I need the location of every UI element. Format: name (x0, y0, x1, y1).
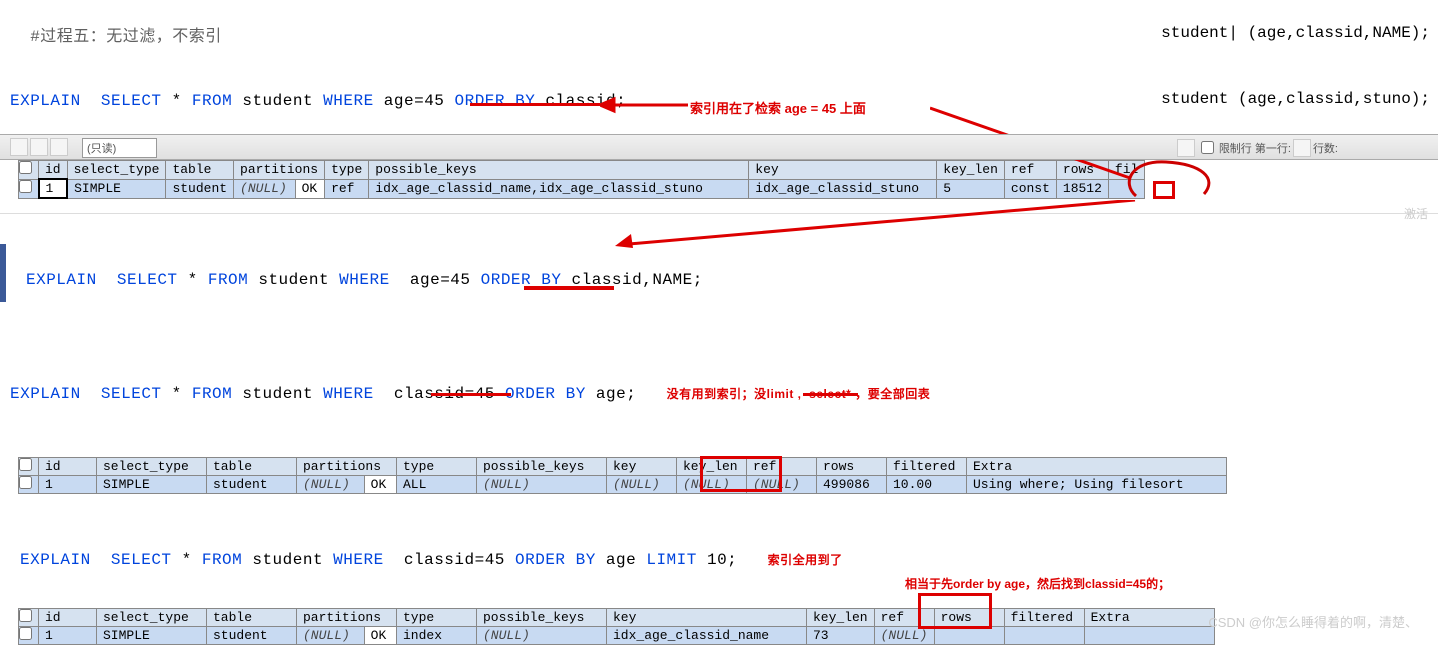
sql-line-3: EXPLAIN SELECT * FROM student WHERE clas… (0, 363, 1438, 407)
toolbar-icon[interactable] (30, 138, 48, 156)
checkbox-header[interactable] (19, 458, 39, 476)
toolbar-right-icons: 限制行 第一行: 行数: (1177, 138, 1338, 157)
col-table: table (166, 161, 234, 180)
col-possible-keys: possible_keys (477, 458, 607, 476)
col-rows: rows (934, 609, 1004, 627)
result-toolbar: (只读) 限制行 第一行: 行数: (0, 134, 1438, 160)
red-underline-1 (470, 103, 600, 106)
arrow-1 (600, 95, 688, 115)
arrow-2 (615, 200, 1145, 260)
limit-checkbox[interactable] (1201, 141, 1214, 154)
col-id: id (39, 609, 97, 627)
result-table-2: id select_type table partitions type pos… (18, 457, 1227, 494)
toolbar-left-icons (10, 138, 68, 156)
col-partitions: partitions (297, 458, 397, 476)
activate-watermark: 激活 (1404, 205, 1428, 222)
spin-icon[interactable] (1293, 139, 1311, 157)
highlight-box-keylen-5 (1153, 181, 1175, 199)
readonly-dropdown[interactable]: (只读) (82, 138, 157, 158)
checkbox-header[interactable] (19, 161, 39, 180)
col-key: key (607, 609, 807, 627)
red-underline-3a (431, 393, 511, 396)
col-rows: rows (817, 458, 887, 476)
col-filtered: filtered (887, 458, 967, 476)
col-type: type (397, 458, 477, 476)
checkbox-header[interactable] (19, 609, 39, 627)
col-possible-keys: possible_keys (477, 609, 607, 627)
index-def-2: student (age,classid,stuno); (1161, 90, 1430, 108)
annotation-4b: 相当于先order by age，然后找到classid=45的； (905, 575, 1170, 592)
col-ref: ref (747, 458, 817, 476)
col-extra: Extra (967, 458, 1227, 476)
col-table: table (207, 458, 297, 476)
toolbar-icon[interactable] (50, 138, 68, 156)
col-key: key (607, 458, 677, 476)
csdn-watermark: CSDN @你怎么睡得着的啊，清楚、 (1208, 612, 1418, 631)
col-type: type (397, 609, 477, 627)
col-table: table (207, 609, 297, 627)
col-key-len: key_len (807, 609, 875, 627)
col-ref: ref (874, 609, 934, 627)
col-select-type: select_type (97, 458, 207, 476)
col-id: id (39, 161, 68, 180)
col-type: type (325, 161, 369, 180)
row-checkbox[interactable] (19, 476, 32, 489)
red-underline-2 (524, 286, 614, 290)
col-id: id (39, 458, 97, 476)
col-possible-keys: possible_keys (369, 161, 749, 180)
col-key-len: key_len (677, 458, 747, 476)
col-partitions: partitions (234, 161, 325, 180)
annotation-3: 没有用到索引；没limit , select* ，要全部回表 (667, 387, 931, 401)
row-checkbox[interactable] (19, 180, 32, 193)
col-extra: Extra (1084, 609, 1214, 627)
annotation-1: 索引用在了检索 age = 45 上面 (690, 98, 866, 117)
table-row[interactable]: 1 SIMPLE student (NULL) OK ALL (NULL) (N… (19, 476, 1227, 494)
col-partitions: partitions (297, 609, 397, 627)
col-filtered: filtered (1004, 609, 1084, 627)
red-underline-3b (803, 393, 858, 396)
annotation-4a: 索引全用到了 (768, 553, 843, 567)
col-select-type: select_type (67, 161, 166, 180)
blue-margin-bar (0, 244, 6, 302)
index-def-1: student| (age,classid,NAME); (1161, 24, 1430, 42)
col-key: key (749, 161, 937, 180)
sql-line-4: EXPLAIN SELECT * FROM student WHERE clas… (0, 529, 1438, 573)
toolbar-icon[interactable] (10, 138, 28, 156)
col-select-type: select_type (97, 609, 207, 627)
limit-label: 限制行 第一行: (1219, 140, 1291, 156)
table-row[interactable]: 1 SIMPLE student (NULL) OK index (NULL) … (19, 627, 1215, 645)
row-checkbox[interactable] (19, 627, 32, 640)
toolbar-icon[interactable] (1177, 139, 1195, 157)
rows-label: 行数: (1313, 140, 1338, 156)
result-table-3: id select_type table partitions type pos… (18, 608, 1215, 645)
